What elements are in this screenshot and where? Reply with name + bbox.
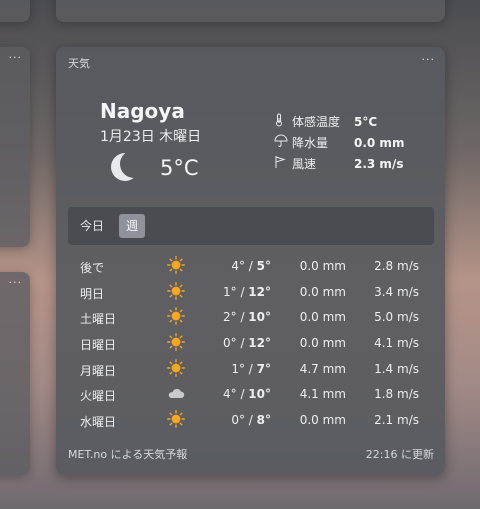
umbrella-icon [274,134,292,151]
forecast-row: 明日 1° / 12° 0.0 mm 3.4 m/s [56,279,445,305]
current-date: 1月23日 木曜日 [100,129,202,145]
widget-menu-icon[interactable]: ··· [9,52,23,63]
last-updated-label: 22:16 に更新 [365,448,434,461]
forecast-row: 火曜日 4° / 10° 4.1 mm 1.8 m/s [56,381,445,407]
forecast-low: 4° [222,387,237,402]
forecast-day: 水曜日 [80,415,117,430]
forecast-high: 10° [248,387,271,402]
forecast-wind: 5.0 m/s [374,310,419,325]
forecast-list: 後で 4° / 5° 0.0 mm 2.8 m/s 明日 1° / 12° 0.0 mm 3.… [56,253,445,433]
forecast-precipitation: 0.0 mm [299,336,346,351]
forecast-row: 水曜日 0° / 8° 0.0 mm 2.1 m/s [56,407,445,433]
forecast-day: 日曜日 [80,338,117,353]
background-widget-top-left [0,0,30,22]
forecast-precipitation: 0.0 mm [299,259,346,273]
sun-icon [166,281,186,303]
forecast-wind: 3.4 m/s [374,284,419,299]
weather-widget: 天気 ··· Nagoya 1月23日 木曜日 5°C 体感温度 5°C 降水量… [56,47,445,475]
cloud-icon [166,384,186,405]
sun-icon [166,410,186,431]
forecast-temperature: 1° / 12° [222,284,271,299]
forecast-day: 月曜日 [80,363,117,378]
forecast-day: 明日 [80,286,105,301]
detail-label: 降水量 [292,136,329,150]
city-name: Nagoya [100,99,185,123]
detail-value: 5°C [354,114,378,129]
forecast-low: 2° [222,310,237,325]
forecast-day: 土曜日 [80,312,117,327]
forecast-high: 7° [256,361,271,376]
forecast-high: 12° [248,284,271,299]
forecast-low: 1° [222,284,237,299]
forecast-temperature: 4° / 5° [231,259,271,273]
detail-feels-like: 体感温度 5°C [274,111,424,132]
forecast-row: 月曜日 1° / 7° 4.7 mm 1.4 m/s [56,356,445,382]
forecast-wind: 2.8 m/s [374,259,419,273]
forecast-wind: 1.4 m/s [374,361,419,376]
forecast-temperature: 0° / 8° [231,413,271,428]
data-source-label: MET.no による天気予報 [68,448,188,461]
forecast-day: 後で [80,261,105,275]
current-temperature: 5°C [160,156,199,180]
forecast-high: 8° [256,413,271,428]
forecast-precipitation: 0.0 mm [299,413,346,428]
forecast-low: 0° [231,413,245,428]
widget-title: 天気 [68,57,90,70]
forecast-tab-bar: 今日 週 [68,207,434,245]
widget-menu-icon[interactable]: ··· [422,54,436,65]
forecast-temperature: 4° / 10° [222,387,271,402]
background-widget-top-right [56,0,445,22]
detail-label: 風速 [292,157,317,171]
detail-value: 2.3 m/s [354,156,404,171]
flag-icon [274,155,292,172]
tab-today[interactable]: 今日 [80,214,104,238]
forecast-day: 火曜日 [80,389,117,404]
forecast-high: 5° [256,259,271,273]
forecast-high: 10° [248,310,271,325]
forecast-temperature: 2° / 10° [222,310,271,325]
sun-icon [166,256,186,277]
forecast-low: 0° [222,336,237,351]
detail-label: 体感温度 [292,115,341,129]
forecast-wind: 1.8 m/s [374,387,419,402]
forecast-row: 後で 4° / 5° 0.0 mm 2.8 m/s [56,253,445,279]
forecast-temperature: 1° / 7° [231,361,271,376]
forecast-row: 日曜日 0° / 12° 0.0 mm 4.1 m/s [56,330,445,356]
sun-icon [166,358,186,380]
thermometer-icon [274,113,292,130]
forecast-precipitation: 0.0 mm [299,284,346,299]
forecast-high: 12° [248,336,271,351]
forecast-temperature: 0° / 12° [222,336,271,351]
forecast-row: 土曜日 2° / 10° 0.0 mm 5.0 m/s [56,304,445,330]
sun-icon [166,333,186,354]
weather-details: 体感温度 5°C 降水量 0.0 mm 風速 2.3 m/s [274,111,424,174]
background-widget-left-middle: ··· [0,47,30,247]
forecast-low: 1° [231,361,245,376]
detail-precipitation: 降水量 0.0 mm [274,132,424,153]
detail-value: 0.0 mm [354,135,405,150]
forecast-wind: 2.1 m/s [374,413,419,428]
moon-icon [111,153,139,181]
forecast-low: 4° [231,259,245,273]
forecast-precipitation: 4.7 mm [299,361,346,376]
background-widget-left-bottom: ··· [0,272,30,475]
forecast-precipitation: 4.1 mm [299,387,346,402]
widget-menu-icon[interactable]: ··· [9,277,23,288]
tab-week[interactable]: 週 [119,214,145,238]
forecast-precipitation: 0.0 mm [299,310,346,325]
forecast-wind: 4.1 m/s [374,336,419,351]
detail-wind: 風速 2.3 m/s [274,153,424,174]
sun-icon [166,307,186,328]
